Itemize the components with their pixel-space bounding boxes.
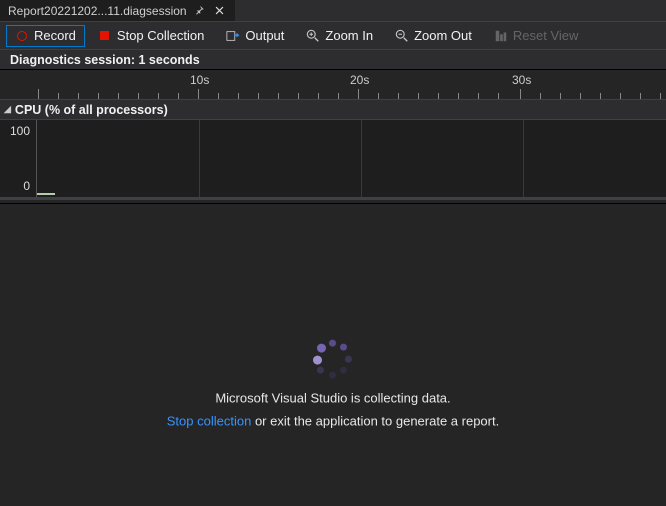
stop-icon	[98, 29, 112, 43]
zoom-in-icon	[306, 29, 320, 43]
collecting-subtext: Stop collection or exit the application …	[167, 414, 499, 429]
document-tab[interactable]: Report20221202...11.diagsession	[0, 0, 235, 21]
cpu-chart: 100 0	[0, 120, 666, 200]
status-bar: Diagnostics session: 1 seconds	[0, 50, 666, 70]
cpu-data-line	[37, 193, 55, 195]
zoom-out-icon	[395, 29, 409, 43]
status-text: Diagnostics session: 1 seconds	[10, 53, 200, 67]
stop-collection-link[interactable]: Stop collection	[167, 414, 252, 429]
collecting-panel: Microsoft Visual Studio is collecting da…	[0, 337, 666, 429]
output-label: Output	[245, 28, 284, 43]
pin-icon[interactable]	[193, 4, 207, 18]
zoom-out-button[interactable]: Zoom Out	[386, 25, 481, 47]
collapse-icon: ◢	[4, 104, 11, 115]
toolbar: Record Stop Collection Output Zoom In Zo…	[0, 22, 666, 50]
timeline-label: 10s	[190, 73, 209, 87]
collecting-remainder: or exit the application to generate a re…	[251, 414, 499, 429]
cpu-chart-title: CPU (% of all processors)	[15, 103, 168, 117]
stop-collection-button[interactable]: Stop Collection	[89, 25, 213, 47]
y-axis-min: 0	[4, 179, 30, 193]
report-pane: Microsoft Visual Studio is collecting da…	[0, 203, 666, 506]
output-icon	[226, 29, 240, 43]
reset-view-icon	[494, 29, 508, 43]
y-axis-max: 100	[4, 124, 30, 138]
zoom-out-label: Zoom Out	[414, 28, 472, 43]
timeline-ruler[interactable]: 10s 20s 30s	[0, 70, 666, 100]
close-icon[interactable]	[213, 4, 227, 18]
reset-view-button: Reset View	[485, 25, 588, 47]
record-icon	[15, 29, 29, 43]
timeline-label: 30s	[512, 73, 531, 87]
stop-label: Stop Collection	[117, 28, 204, 43]
reset-view-label: Reset View	[513, 28, 579, 43]
timeline-label: 20s	[350, 73, 369, 87]
tab-title: Report20221202...11.diagsession	[8, 4, 187, 18]
record-label: Record	[34, 28, 76, 43]
zoom-in-button[interactable]: Zoom In	[297, 25, 382, 47]
tab-bar: Report20221202...11.diagsession	[0, 0, 666, 22]
collecting-message: Microsoft Visual Studio is collecting da…	[215, 391, 450, 406]
output-button[interactable]: Output	[217, 25, 293, 47]
cpu-chart-header[interactable]: ◢ CPU (% of all processors)	[0, 100, 666, 120]
spinner-icon	[310, 337, 356, 383]
record-button[interactable]: Record	[6, 25, 85, 47]
zoom-in-label: Zoom In	[325, 28, 373, 43]
plot-area	[36, 120, 666, 197]
